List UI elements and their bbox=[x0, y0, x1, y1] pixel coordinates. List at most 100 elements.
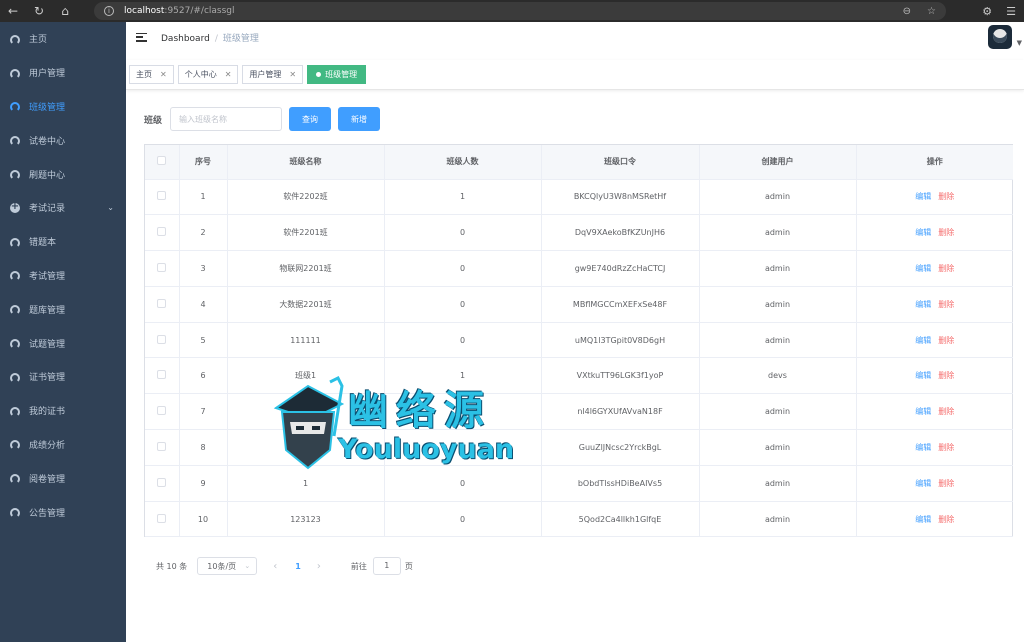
close-icon[interactable]: ✕ bbox=[160, 70, 167, 79]
sidebar-item-4[interactable]: 刷题中心 bbox=[0, 157, 126, 191]
class-name-input[interactable] bbox=[170, 107, 283, 131]
sidebar-item-1[interactable]: 用户管理 bbox=[0, 56, 126, 90]
sidebar-item-label: 刷题中心 bbox=[29, 170, 66, 181]
row-checkbox[interactable] bbox=[145, 393, 180, 431]
add-button[interactable]: 新增 bbox=[338, 107, 381, 131]
close-icon[interactable]: ✕ bbox=[225, 70, 232, 79]
home-icon[interactable]: ⌂ bbox=[52, 0, 78, 22]
delete-button[interactable]: 删除 bbox=[938, 336, 954, 345]
avatar[interactable] bbox=[988, 25, 1012, 49]
cell-no: 10 bbox=[179, 501, 228, 538]
sidebar-item-13[interactable]: 阅卷管理 bbox=[0, 461, 126, 495]
sidebar-item-3[interactable]: 试卷中心 bbox=[0, 123, 126, 157]
dashboard-icon bbox=[10, 474, 20, 485]
dashboard-icon bbox=[10, 136, 20, 147]
back-icon[interactable]: ← bbox=[0, 0, 26, 22]
cell-creator: admin bbox=[699, 465, 857, 502]
row-checkbox[interactable] bbox=[145, 179, 180, 216]
sidebar-item-12[interactable]: 成绩分析 bbox=[0, 428, 126, 462]
goto-page-input[interactable]: 1 bbox=[372, 557, 401, 575]
table-row: 1 软件2202班 1 BKCQlyU3W8nMSRetHf admin 编辑 删除 bbox=[145, 179, 1013, 216]
extensions-icon[interactable]: ⚙ bbox=[982, 5, 992, 18]
edit-button[interactable]: 编辑 bbox=[915, 443, 931, 452]
delete-button[interactable]: 删除 bbox=[938, 443, 954, 452]
edit-button[interactable]: 编辑 bbox=[915, 300, 931, 309]
sidebar-item-label: 用户管理 bbox=[29, 69, 66, 80]
edit-button[interactable]: 编辑 bbox=[915, 407, 931, 416]
row-checkbox[interactable] bbox=[145, 214, 180, 252]
breadcrumb-dashboard[interactable]: Dashboard bbox=[161, 34, 210, 44]
tag-3[interactable]: 班级管理 bbox=[307, 65, 367, 84]
edit-button[interactable]: 编辑 bbox=[915, 264, 931, 273]
row-checkbox[interactable] bbox=[145, 322, 180, 359]
delete-button[interactable]: 删除 bbox=[938, 371, 954, 380]
delete-button[interactable]: 删除 bbox=[938, 300, 954, 309]
cell-count: 1 bbox=[384, 179, 542, 216]
next-page-icon[interactable]: › bbox=[317, 561, 321, 572]
dashboard-icon bbox=[10, 406, 20, 417]
row-checkbox[interactable] bbox=[145, 250, 180, 287]
sidebar-item-14[interactable]: 公告管理 bbox=[0, 495, 126, 529]
caret-down-icon[interactable]: ▼ bbox=[1017, 39, 1022, 47]
row-checkbox[interactable] bbox=[145, 465, 180, 502]
dashboard-icon bbox=[10, 102, 20, 113]
query-button[interactable]: 查询 bbox=[289, 107, 332, 131]
edit-button[interactable]: 编辑 bbox=[915, 479, 931, 488]
cell-name: 111111 bbox=[227, 322, 385, 359]
sidebar-item-10[interactable]: 证书管理 bbox=[0, 360, 126, 394]
edit-button[interactable]: 编辑 bbox=[915, 228, 931, 237]
star-icon[interactable]: ☆ bbox=[927, 6, 936, 17]
page-size-select[interactable]: 10条/页 ⌄ bbox=[197, 557, 258, 575]
edit-button[interactable]: 编辑 bbox=[915, 371, 931, 380]
delete-button[interactable]: 删除 bbox=[938, 479, 954, 488]
reload-icon[interactable]: ↻ bbox=[26, 0, 52, 22]
cell-code: uMQ1l3TGpit0V8D6gH bbox=[541, 322, 700, 359]
sidebar-item-6[interactable]: 错题本 bbox=[0, 225, 126, 259]
info-icon[interactable]: i bbox=[104, 6, 114, 16]
edit-button[interactable]: 编辑 bbox=[915, 515, 931, 524]
address-bar[interactable]: i localhost:9527/#/classgl ⊖ ☆ bbox=[94, 2, 946, 20]
row-checkbox[interactable] bbox=[145, 501, 180, 538]
dashboard-icon bbox=[10, 34, 20, 45]
close-icon[interactable]: ✕ bbox=[289, 70, 296, 79]
prev-page-icon[interactable]: ‹ bbox=[273, 561, 277, 572]
sidebar-item-0[interactable]: 主页 bbox=[0, 22, 126, 56]
chevron-down-icon: ⌄ bbox=[107, 203, 114, 213]
row-checkbox[interactable] bbox=[145, 357, 180, 395]
cell-actions: 编辑 删除 bbox=[856, 214, 1013, 252]
tag-1[interactable]: 个人中心 ✕ bbox=[177, 65, 239, 84]
page-number[interactable]: 1 bbox=[295, 562, 301, 571]
hamburger-icon[interactable] bbox=[136, 32, 147, 42]
sidebar-item-11[interactable]: 我的证书 bbox=[0, 394, 126, 428]
delete-button[interactable]: 删除 bbox=[938, 407, 954, 416]
edit-button[interactable]: 编辑 bbox=[915, 336, 931, 345]
delete-button[interactable]: 删除 bbox=[938, 192, 954, 201]
cell-code: gw9E740dRzZcHaCTCJ bbox=[541, 250, 700, 287]
delete-button[interactable]: 删除 bbox=[938, 264, 954, 273]
delete-button[interactable]: 删除 bbox=[938, 515, 954, 524]
class-filter-label: 班级 bbox=[144, 115, 163, 126]
tag-2[interactable]: 用户管理 ✕ bbox=[242, 65, 304, 84]
tag-label: 个人中心 bbox=[184, 70, 217, 79]
sidebar-item-7[interactable]: 考试管理 bbox=[0, 259, 126, 293]
sidebar-item-9[interactable]: 试题管理 bbox=[0, 326, 126, 360]
table-header-row: 序号 班级名称 班级人数 班级口令 创建用户 操作 bbox=[145, 145, 1013, 180]
row-checkbox[interactable] bbox=[145, 286, 180, 323]
url-host: localhost bbox=[124, 6, 165, 16]
cell-count: 1 bbox=[384, 357, 542, 395]
cell-no: 4 bbox=[179, 286, 228, 323]
sidebar-item-8[interactable]: 题库管理 bbox=[0, 292, 126, 326]
edit-button[interactable]: 编辑 bbox=[915, 192, 931, 201]
sidebar-item-label: 错题本 bbox=[29, 238, 57, 249]
tag-0[interactable]: 主页 ✕ bbox=[129, 65, 174, 84]
sidebar-item-2[interactable]: 班级管理 bbox=[0, 90, 126, 124]
favorites-icon[interactable]: ☰ bbox=[1006, 5, 1016, 18]
select-all-checkbox[interactable] bbox=[145, 145, 180, 180]
cell-no: 5 bbox=[179, 322, 228, 359]
delete-button[interactable]: 删除 bbox=[938, 228, 954, 237]
sidebar-item-5[interactable]: 考试记录 ⌄ bbox=[0, 191, 126, 225]
zoom-icon[interactable]: ⊖ bbox=[903, 6, 911, 17]
cell-no: 9 bbox=[179, 465, 228, 502]
row-checkbox[interactable] bbox=[145, 429, 180, 466]
tags-view: 主页 ✕ 个人中心 ✕ 用户管理 ✕ 班级管理 bbox=[126, 60, 1024, 90]
